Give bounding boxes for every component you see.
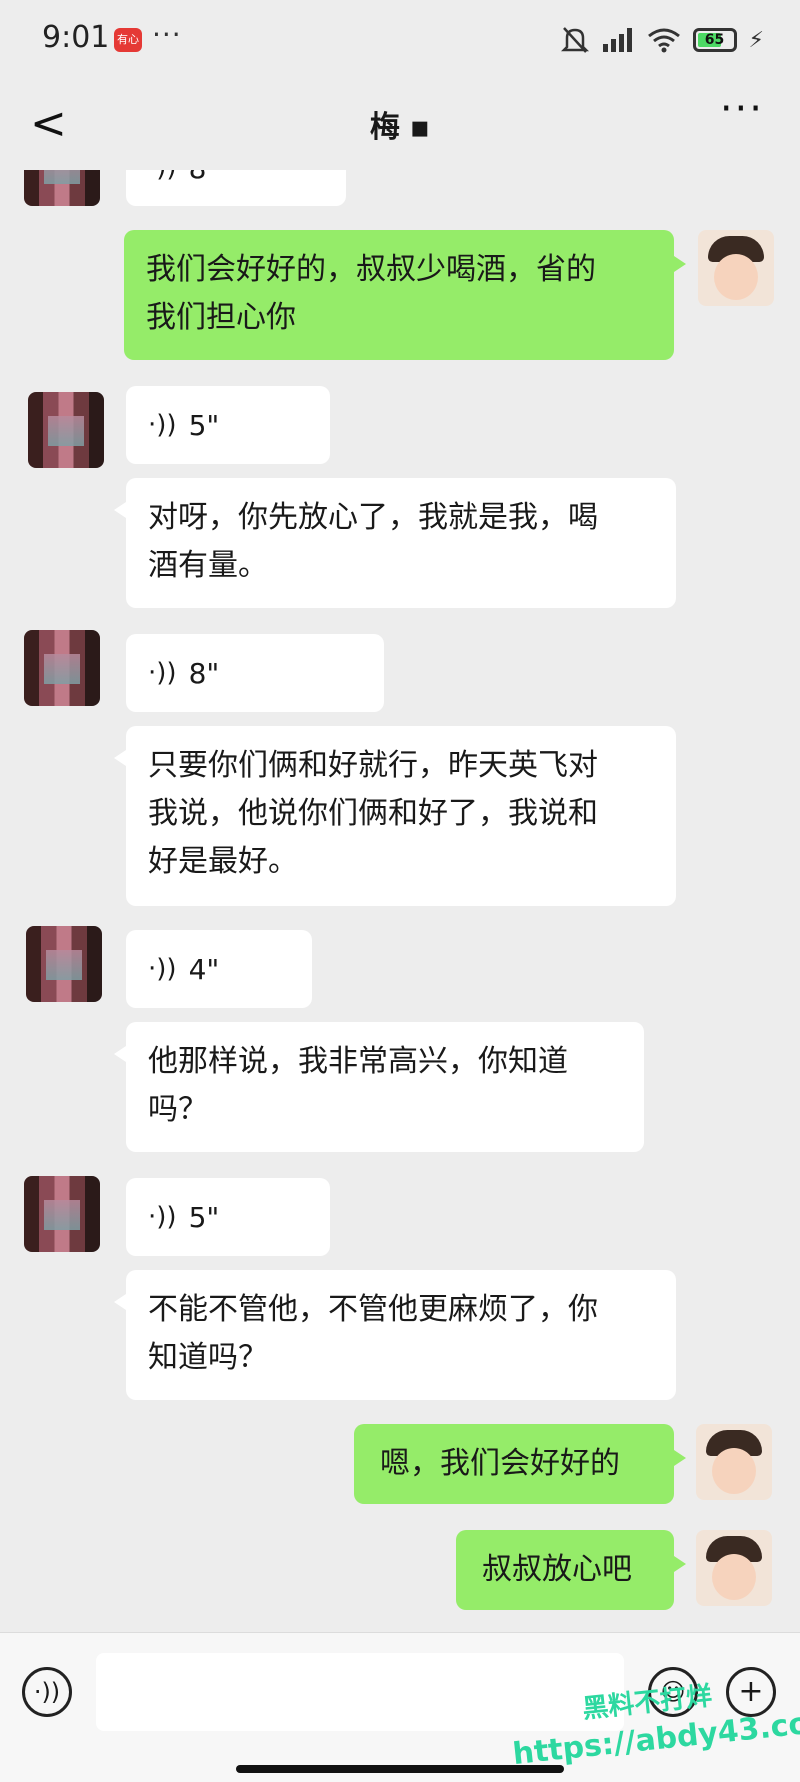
message-text-line: 我说，他说你们俩和好了，我说和 [148,796,598,831]
received-message[interactable]: 他那样说，我非常高兴，你知道 吗？ [114,1022,644,1152]
message-text-line: 知道吗？ [148,1340,268,1375]
voice-message[interactable]: ·)) 5" [126,1178,330,1256]
message-text-line: 好是最好。 [148,844,298,879]
voice-message[interactable]: ·)) 8" [126,634,384,712]
charging-icon: ⚡ [748,27,764,53]
received-message[interactable]: 不能不管他，不管他更麻烦了，你 知道吗？ [114,1270,676,1400]
voice-message[interactable]: ·)) 4" [126,930,312,1008]
message-text-line: 我们担心你 [146,300,296,335]
contact-avatar[interactable] [24,630,100,706]
battery-level: 65 [704,32,725,48]
voice-icon: ·)) [148,410,177,440]
received-message[interactable]: 只要你们俩和好就行，昨天英飞对 我说，他说你们俩和好了，我说和 好是最好。 [114,726,676,906]
message-text-line: 只要你们俩和好就行，昨天英飞对 [148,748,598,783]
voice-message[interactable]: ·)) 5" [126,386,330,464]
message-text-line: 酒有量。 [148,548,268,583]
battery-icon: 65 [692,28,737,52]
chat-title: 梅 ▪ [369,110,431,145]
status-icons: 65 ⚡ [560,22,764,58]
voice-duration: 4" [188,952,220,986]
message-text: 叔叔放心吧 [482,1552,632,1587]
voice-icon: ·)) [148,954,177,984]
voice-icon: ·)) [148,1202,177,1232]
my-avatar[interactable] [698,230,774,306]
my-avatar[interactable] [696,1424,772,1500]
message-text-line: 他那样说，我非常高兴，你知道 [148,1044,568,1079]
sent-message[interactable]: 我们会好好的，叔叔少喝酒，省的 我们担心你 [124,230,686,360]
app-notification-icon: 有心 [114,28,142,52]
chat-header: < 梅 ▪ ··· [0,80,800,160]
wifi-icon [647,28,680,53]
message-text-line: 不能不管他，不管他更麻烦了，你 [148,1292,598,1327]
more-options-button[interactable]: ··· [720,86,764,132]
status-time: 9:01 [42,20,110,55]
message-text-line: 吗？ [148,1092,208,1127]
message-text-line: 对呀，你先放心了，我就是我，喝 [148,500,598,535]
more-notifications-icon: ··· [152,18,182,51]
my-avatar[interactable] [696,1530,772,1606]
status-bar: 9:01 有心 ··· 65 ⚡ [0,0,800,80]
message-input[interactable] [96,1653,624,1731]
signal-icon [602,28,632,52]
voice-duration: 8" [188,656,220,690]
mute-bell-icon [560,27,589,53]
contact-avatar[interactable] [26,926,102,1002]
voice-icon: ·)) [148,658,177,688]
voice-duration: 5" [188,1200,220,1234]
contact-avatar[interactable] [24,1176,100,1252]
contact-avatar[interactable] [28,392,104,468]
received-message[interactable]: 对呀，你先放心了，我就是我，喝 酒有量。 [114,478,676,608]
sent-message[interactable]: 嗯，我们会好好的 [354,1424,686,1504]
voice-input-button[interactable]: ·)) [22,1667,72,1717]
sent-message[interactable]: 叔叔放心吧 [456,1530,686,1610]
message-text-line: 我们会好好的，叔叔少喝酒，省的 [146,252,596,287]
voice-duration: 5" [188,408,220,442]
message-text: 嗯，我们会好好的 [380,1446,620,1481]
